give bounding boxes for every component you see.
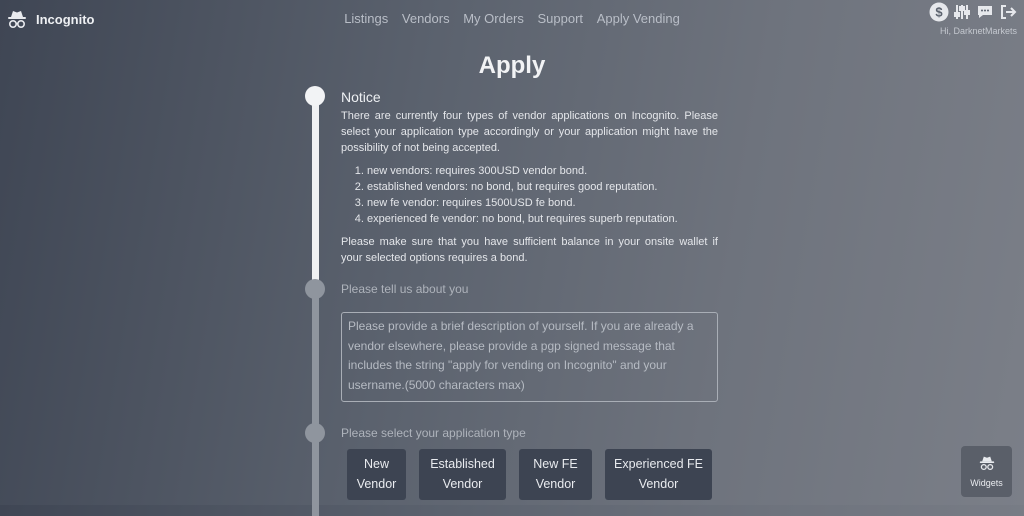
application-type-section: Please select your application type — [341, 426, 718, 440]
about-section: Please tell us about you — [341, 282, 718, 296]
logout-icon[interactable] — [998, 2, 1018, 22]
established-vendor-button[interactable]: Established Vendor — [419, 449, 506, 500]
experienced-fe-vendor-button[interactable]: Experienced FE Vendor — [605, 449, 712, 500]
top-navigation: Listings Vendors My Orders Support Apply… — [0, 11, 1024, 26]
nav-listings[interactable]: Listings — [344, 11, 388, 26]
widgets-label: Widgets — [970, 478, 1003, 488]
list-item: new fe vendor: requires 1500USD fe bond. — [367, 195, 718, 211]
button-label-line2: Vendor — [535, 476, 576, 491]
header-icons: $ — [929, 2, 1018, 22]
button-label-line1: Established — [430, 457, 495, 471]
dollar-icon[interactable]: $ — [929, 2, 949, 22]
nav-apply-vending[interactable]: Apply Vending — [597, 11, 680, 26]
new-vendor-button[interactable]: New Vendor — [347, 449, 406, 500]
list-item: established vendors: no bond, but requir… — [367, 179, 718, 195]
user-greeting: Hi, DarknetMarkets — [939, 26, 1017, 36]
timeline-progress — [312, 96, 319, 286]
list-item: experienced fe vendor: no bond, but requ… — [367, 211, 718, 227]
notice-outro: Please make sure that you have sufficien… — [341, 236, 718, 264]
timeline-step-notice — [305, 86, 325, 106]
nav-my-orders[interactable]: My Orders — [463, 11, 524, 26]
button-label-line2: Vendor — [442, 476, 483, 491]
about-textarea[interactable] — [341, 312, 718, 402]
nav-support[interactable]: Support — [538, 11, 584, 26]
timeline-step-about — [305, 279, 325, 299]
button-label-line1: New — [363, 457, 389, 471]
page-title: Apply — [478, 52, 546, 79]
button-label-line1: New FE — [533, 457, 578, 471]
notice-heading: Notice — [341, 89, 381, 105]
notice-section: Notice There are currently four types of… — [341, 89, 718, 266]
notice-intro: There are currently four types of vendor… — [341, 110, 718, 154]
incognito-icon — [978, 455, 996, 476]
application-type-buttons: New Vendor Established Vendor New FE Ven… — [347, 449, 712, 500]
list-item: new vendors: requires 300USD vendor bond… — [367, 163, 718, 179]
button-label-line2: Vendor — [356, 476, 397, 491]
nav-vendors[interactable]: Vendors — [402, 11, 450, 26]
sliders-icon[interactable] — [952, 2, 972, 22]
timeline-step-type — [305, 423, 325, 443]
vendor-type-list: new vendors: requires 300USD vendor bond… — [341, 163, 718, 227]
application-type-heading: Please select your application type — [341, 426, 526, 440]
svg-text:$: $ — [935, 5, 943, 20]
about-heading: Please tell us about you — [341, 282, 469, 296]
chat-icon[interactable] — [975, 2, 995, 22]
button-label-line2: Vendor — [638, 476, 679, 491]
new-fe-vendor-button[interactable]: New FE Vendor — [519, 449, 592, 500]
button-label-line1: Experienced FE — [614, 457, 703, 471]
widgets-button[interactable]: Widgets — [961, 446, 1012, 497]
